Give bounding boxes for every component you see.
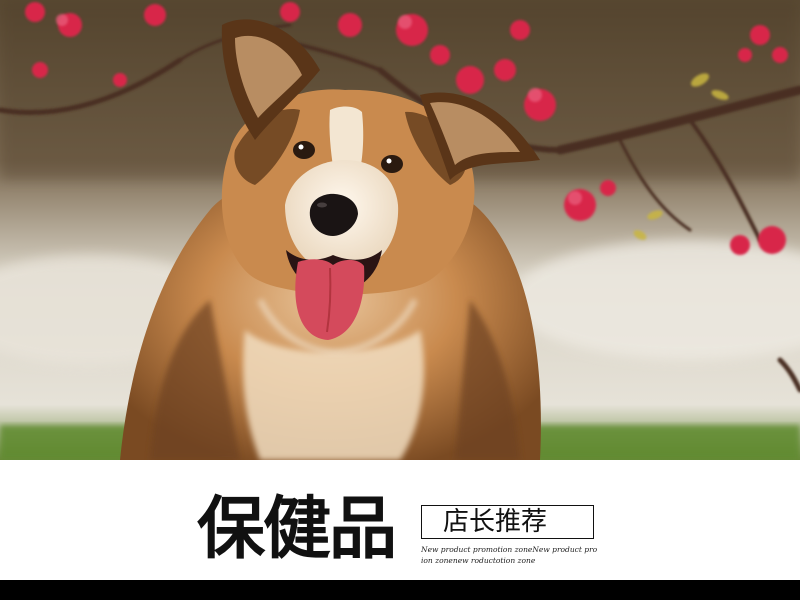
promo-subtext-line-2: ion zonenew roductotion zone bbox=[421, 556, 536, 565]
dog-photo bbox=[0, 0, 800, 460]
footer-bar bbox=[0, 580, 800, 600]
headline-health-products: 保健品 bbox=[197, 490, 397, 569]
promo-canvas: 保健品 店长推荐 New product promotion zoneNew p… bbox=[0, 0, 800, 600]
recommended-tag-label: 店长推荐 bbox=[443, 507, 548, 537]
